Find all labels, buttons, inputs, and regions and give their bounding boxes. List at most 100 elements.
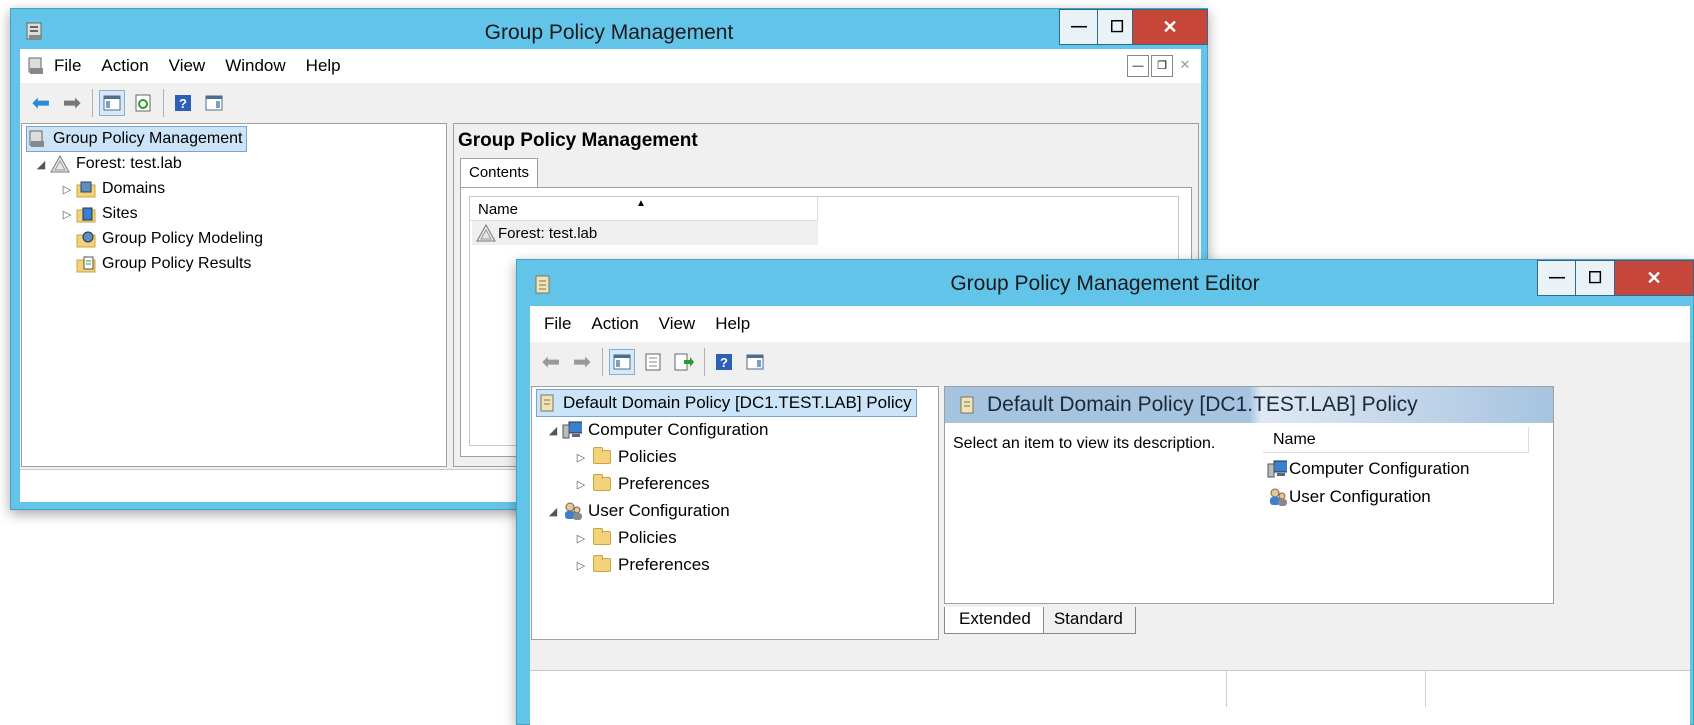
gpm-mdi-close-button[interactable]: ✕ (1175, 55, 1195, 75)
toolbar-separator (602, 348, 603, 376)
tree-item-user-configuration[interactable]: ◢ User Configuration (546, 498, 730, 524)
tree-item-user-policies[interactable]: ▷ Policies (574, 525, 677, 551)
list-item-label: User Configuration (1289, 487, 1431, 506)
editor-results-pane: Default Domain Policy [DC1.TEST.LAB] Pol… (944, 386, 1554, 604)
export-list-icon[interactable] (671, 349, 697, 375)
help-icon[interactable]: ? (170, 90, 196, 116)
collapse-arrow-icon[interactable]: ◢ (34, 158, 48, 171)
tree-item-label: Policies (618, 528, 677, 547)
expand-arrow-icon[interactable]: ▷ (60, 208, 74, 221)
gpm-menu-window[interactable]: Window (215, 56, 295, 76)
expand-arrow-icon[interactable]: ▷ (574, 559, 588, 572)
editor-menu-file[interactable]: File (530, 314, 581, 334)
toolbar-separator (704, 348, 705, 376)
gpm-maximize-button[interactable]: ☐ (1097, 9, 1137, 45)
expand-arrow-icon[interactable]: ▷ (574, 478, 588, 491)
tree-item-gp-results[interactable]: Group Policy Results (74, 252, 251, 276)
collapse-arrow-icon[interactable]: ◢ (546, 424, 560, 437)
tree-item-label: Forest: test.lab (76, 155, 182, 172)
show-hide-console-tree-icon[interactable] (609, 349, 635, 375)
gpm-menu-app-icon[interactable] (26, 57, 46, 75)
column-header-name[interactable]: Name ▲ (470, 197, 818, 221)
policy-scroll-icon (957, 396, 977, 414)
users-icon (1267, 488, 1287, 506)
tree-item-sites[interactable]: ▷ Sites (60, 202, 138, 226)
gpm-minimize-button[interactable]: — (1059, 9, 1099, 45)
gpm-close-button[interactable]: ✕ (1132, 9, 1208, 45)
tab-standard[interactable]: Standard (1043, 607, 1136, 634)
editor-console-tree: Default Domain Policy [DC1.TEST.LAB] Pol… (531, 386, 939, 640)
policy-scroll-icon (537, 394, 557, 412)
column-header-name[interactable]: Name (1263, 427, 1529, 453)
tree-item-computer-configuration[interactable]: ◢ Computer Configuration (546, 417, 769, 443)
gpm-menu-view[interactable]: View (159, 56, 216, 76)
tree-item-domains[interactable]: ▷ Domains (60, 177, 165, 201)
editor-title: Group Policy Management Editor (950, 272, 1260, 295)
refresh-icon[interactable] (130, 90, 156, 116)
gpm-toolbar: ⬅ ➡ ? (20, 83, 1201, 123)
sort-ascending-icon: ▲ (636, 198, 646, 209)
tree-item-gpm-root[interactable]: Group Policy Management (26, 126, 248, 152)
gpm-menu-action[interactable]: Action (91, 56, 158, 76)
expand-arrow-icon[interactable]: ▷ (574, 532, 588, 545)
editor-results-header: Default Domain Policy [DC1.TEST.LAB] Pol… (945, 387, 1553, 423)
domains-icon (76, 180, 96, 198)
tree-item-label: Computer Configuration (588, 420, 769, 439)
back-arrow-icon[interactable]: ⬅ (28, 90, 54, 116)
editor-menubar: File Action View Help (530, 306, 1690, 342)
help-icon[interactable]: ? (711, 349, 737, 375)
forest-icon (476, 224, 496, 242)
column-header-label: Name (1273, 431, 1316, 448)
gpm-menu-help[interactable]: Help (296, 56, 351, 76)
editor-client: File Action View Help ⬅ ➡ ? Default Doma… (530, 306, 1690, 725)
list-item-user-configuration[interactable]: User Configuration (1267, 483, 1431, 511)
editor-minimize-button[interactable]: — (1537, 260, 1577, 296)
tree-item-policy-root[interactable]: Default Domain Policy [DC1.TEST.LAB] Pol… (536, 389, 917, 417)
list-item-computer-configuration[interactable]: Computer Configuration (1267, 455, 1469, 483)
collapse-arrow-icon[interactable]: ◢ (546, 505, 560, 518)
sites-icon (76, 205, 96, 223)
list-item[interactable]: Forest: test.lab (472, 221, 818, 245)
computer-icon (1267, 460, 1287, 478)
editor-menu-action[interactable]: Action (581, 314, 648, 334)
item-description: Select an item to view its description. (953, 435, 1216, 452)
folder-icon (592, 447, 612, 466)
folder-icon (592, 528, 612, 547)
tree-item-label: Preferences (618, 555, 710, 574)
folder-icon (592, 474, 612, 493)
gpm-menu-file[interactable]: File (52, 56, 91, 76)
editor-toolbar: ⬅ ➡ ? (530, 342, 1690, 382)
tab-extended[interactable]: Extended (944, 607, 1044, 634)
tree-item-label: Preferences (618, 474, 710, 493)
tree-item-computer-policies[interactable]: ▷ Policies (574, 444, 677, 470)
back-arrow-icon[interactable]: ⬅ (538, 349, 564, 375)
editor-menu-view[interactable]: View (649, 314, 706, 334)
tree-item-forest[interactable]: ◢ Forest: test.lab (34, 152, 182, 176)
tree-item-user-preferences[interactable]: ▷ Preferences (574, 552, 710, 578)
forward-arrow-icon[interactable]: ➡ (59, 90, 85, 116)
gpm-mdi-minimize-button[interactable]: — (1127, 55, 1149, 77)
expand-arrow-icon[interactable]: ▷ (60, 183, 74, 196)
gp-results-icon (76, 255, 96, 273)
expand-arrow-icon[interactable]: ▷ (574, 451, 588, 464)
show-hide-console-tree-icon[interactable] (99, 90, 125, 116)
show-action-pane-icon[interactable] (201, 90, 227, 116)
editor-titlebar[interactable]: Group Policy Management Editor — ☐ ✕ (517, 260, 1694, 308)
tree-item-label: Domains (102, 180, 166, 197)
toolbar-separator (163, 89, 164, 117)
editor-menu-help[interactable]: Help (705, 314, 760, 334)
forward-arrow-icon[interactable]: ➡ (569, 349, 595, 375)
tree-item-gp-modeling[interactable]: Group Policy Modeling (74, 227, 263, 251)
gpm-console-tree: Group Policy Management ◢ Forest: test.l… (21, 123, 447, 467)
show-action-pane-icon[interactable] (742, 349, 768, 375)
editor-maximize-button[interactable]: ☐ (1575, 260, 1615, 296)
gpm-results-heading: Group Policy Management (458, 130, 698, 151)
computer-icon (562, 421, 582, 439)
tree-item-computer-preferences[interactable]: ▷ Preferences (574, 471, 710, 497)
tab-contents[interactable]: Contents (460, 158, 539, 188)
properties-icon[interactable] (640, 349, 666, 375)
status-segment (1425, 671, 1426, 707)
tree-item-label: Policies (618, 447, 677, 466)
editor-close-button[interactable]: ✕ (1614, 260, 1694, 296)
gpm-mdi-restore-button[interactable]: ❐ (1151, 55, 1173, 77)
